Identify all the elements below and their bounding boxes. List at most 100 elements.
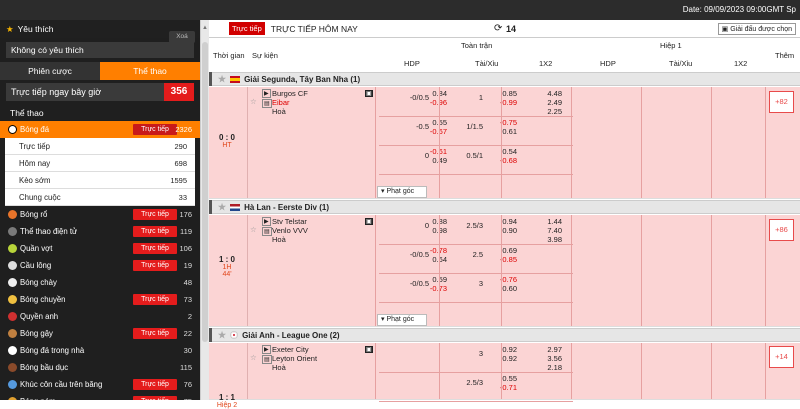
sidebar: ★ Yêu thích Xoá Không có yêu thích Phiên… bbox=[0, 20, 200, 400]
clear-favorites-button[interactable]: Xoá bbox=[169, 31, 195, 43]
odds-value[interactable]: 0.85 bbox=[469, 89, 517, 98]
odds-value[interactable]: -0.99 bbox=[469, 98, 517, 107]
odds-value[interactable]: 3.98 bbox=[512, 235, 562, 244]
odds-value[interactable]: 2.25 bbox=[512, 107, 562, 116]
sidebar-item-sport[interactable]: Bóng némTrực tiếp75 bbox=[0, 393, 200, 400]
odds-value[interactable]: 2.49 bbox=[512, 98, 562, 107]
sidebar-item-sport[interactable]: Quyền anh 2 bbox=[0, 308, 200, 325]
sport-icon bbox=[8, 380, 17, 389]
league-header[interactable]: ★ Giải Anh - League One (2) bbox=[209, 328, 800, 342]
home-team[interactable]: Exeter City bbox=[272, 345, 309, 354]
odds-value[interactable]: 4.48 bbox=[512, 89, 562, 98]
draw-label: Hoà bbox=[272, 107, 286, 116]
sidebar-subitem-count: 1595 bbox=[170, 175, 187, 185]
header-first-half: Hiệp 1 bbox=[660, 41, 682, 50]
odds-value[interactable]: -0.68 bbox=[469, 156, 517, 165]
sidebar-subitem[interactable]: Kèo sớm 1595 bbox=[5, 172, 195, 189]
star-icon[interactable]: ★ bbox=[218, 330, 226, 341]
odds-value[interactable]: 1.44 bbox=[512, 217, 562, 226]
home-team[interactable]: Burgos CF bbox=[272, 89, 308, 98]
star-icon[interactable]: ☆ bbox=[250, 97, 257, 106]
refresh-icon[interactable]: ⟳ bbox=[494, 23, 502, 34]
live-badge[interactable]: Trực tiếp bbox=[133, 226, 177, 237]
odds-value[interactable]: 2.18 bbox=[512, 363, 562, 372]
more-markets-button[interactable]: +82 bbox=[769, 91, 794, 113]
league-header[interactable]: ★ Giải Segunda, Tây Ban Nha (1) bbox=[209, 72, 800, 86]
odds-value[interactable]: 0.55 bbox=[469, 374, 517, 383]
live-icon: ▶ bbox=[262, 89, 271, 98]
sport-icon bbox=[8, 210, 17, 219]
odds-value[interactable]: -0.85 bbox=[469, 255, 517, 264]
odds-value[interactable]: 0.92 bbox=[469, 345, 517, 354]
odds-value[interactable]: 0.61 bbox=[469, 127, 517, 136]
more-markets-button[interactable]: +86 bbox=[769, 219, 794, 241]
odds-value[interactable]: 2.97 bbox=[512, 345, 562, 354]
live-badge[interactable]: Trực tiếp bbox=[133, 379, 177, 390]
odds-value[interactable]: 7.40 bbox=[512, 226, 562, 235]
star-icon[interactable]: ★ bbox=[218, 74, 226, 85]
away-team[interactable]: Leyton Orient bbox=[272, 354, 317, 363]
sidebar-item-sport[interactable]: Bóng chày 48 bbox=[0, 274, 200, 291]
column-divider bbox=[765, 87, 766, 198]
video-icon[interactable]: ▣ bbox=[365, 346, 373, 353]
column-divider bbox=[375, 215, 376, 326]
sport-icon bbox=[8, 363, 17, 372]
video-icon[interactable]: ▣ bbox=[365, 218, 373, 225]
star-icon[interactable]: ★ bbox=[218, 202, 226, 213]
column-divider bbox=[571, 87, 572, 198]
selected-leagues-button[interactable]: ▣ Giải đấu được chọn bbox=[717, 23, 796, 35]
live-badge[interactable]: Trực tiếp bbox=[133, 260, 177, 271]
sidebar-item-count: 73 bbox=[183, 295, 192, 304]
sidebar-subitem[interactable]: Trực tiếp 290 bbox=[5, 138, 195, 155]
sidebar-item-sport[interactable]: Bóng gậy Trực tiếp 22 bbox=[0, 325, 200, 342]
odds-value[interactable]: 0.60 bbox=[469, 284, 517, 293]
odds-value[interactable]: -0.75 bbox=[469, 118, 517, 127]
live-badge[interactable]: Trực tiếp bbox=[133, 328, 177, 339]
odds-value[interactable]: 0.54 bbox=[469, 147, 517, 156]
more-markets-button[interactable]: +14 bbox=[769, 346, 794, 368]
sidebar-item-sport[interactable]: Cầu lông Trực tiếp 19 bbox=[0, 257, 200, 274]
favorites-title: Yêu thích bbox=[17, 24, 54, 34]
corner-dropdown[interactable]: ▾ Phạt góc bbox=[377, 314, 427, 326]
sidebar-item-football[interactable]: Bóng đá Trực tiếp 2326 bbox=[0, 121, 200, 138]
scroll-up-icon[interactable]: ▲ bbox=[202, 25, 208, 31]
sidebar-item-sport[interactable]: Bóng đá trong nhà 30 bbox=[0, 342, 200, 359]
odds-value[interactable]: -0.76 bbox=[469, 275, 517, 284]
home-team[interactable]: Stv Telstar bbox=[272, 217, 307, 226]
column-divider bbox=[765, 215, 766, 326]
away-team[interactable]: Venlo VVV bbox=[272, 226, 308, 235]
odds-value[interactable]: 3.56 bbox=[512, 354, 562, 363]
video-icon[interactable]: ▣ bbox=[365, 90, 373, 97]
odds-value[interactable]: 0.69 bbox=[469, 246, 517, 255]
scrollbar-thumb[interactable] bbox=[202, 42, 208, 342]
odds-value[interactable]: -0.71 bbox=[469, 383, 517, 392]
sidebar-item-sport[interactable]: Quần vợt Trực tiếp 106 bbox=[0, 240, 200, 257]
live-badge[interactable]: Trực tiếp bbox=[133, 294, 177, 305]
live-badge[interactable]: Trực tiếp bbox=[133, 243, 177, 254]
header-time: Thời gian bbox=[213, 51, 245, 60]
live-badge[interactable]: Trực tiếp bbox=[133, 209, 177, 220]
live-badge[interactable]: Trực tiếp bbox=[133, 396, 177, 400]
no-favorites-text: Không có yêu thích bbox=[6, 42, 194, 58]
sidebar-scrollbar[interactable]: ▲ bbox=[200, 20, 209, 400]
odds-value[interactable]: 0.90 bbox=[469, 226, 517, 235]
odds-value[interactable]: 0.94 bbox=[469, 217, 517, 226]
live-tab-button[interactable]: Trực tiếp bbox=[229, 22, 265, 35]
sidebar-item-sport[interactable]: Bóng chuyền Trực tiếp 73 bbox=[0, 291, 200, 308]
league-header[interactable]: ★ Hà Lan - Eerste Div (1) bbox=[209, 200, 800, 214]
away-team[interactable]: Eibar bbox=[272, 98, 290, 107]
corner-dropdown[interactable]: ▾ Phạt góc bbox=[377, 186, 427, 198]
star-icon[interactable]: ☆ bbox=[250, 225, 257, 234]
tab-sports[interactable]: Thể thao bbox=[100, 62, 200, 80]
live-badge[interactable]: Trực tiếp bbox=[133, 124, 177, 135]
odds-value[interactable]: 0.92 bbox=[469, 354, 517, 363]
sidebar-subitem[interactable]: Chung cuộc 33 bbox=[5, 189, 195, 206]
star-icon[interactable]: ☆ bbox=[250, 353, 257, 362]
sidebar-item-sport[interactable]: Bóng rổ Trực tiếp 176 bbox=[0, 206, 200, 223]
sidebar-item-sport[interactable]: Bóng bầu dục 115 bbox=[0, 359, 200, 376]
sidebar-item-sport[interactable]: Thể thao điện tử Trực tiếp 119 bbox=[0, 223, 200, 240]
live-now-button[interactable]: Trực tiếp ngay bây giờ 356 bbox=[6, 83, 194, 101]
tab-bet-sessions[interactable]: Phiên cược bbox=[0, 62, 100, 80]
sidebar-subitem[interactable]: Hôm nay 698 bbox=[5, 155, 195, 172]
sidebar-item-sport[interactable]: Khúc côn cầu trên băng Trực tiếp 76 bbox=[0, 376, 200, 393]
